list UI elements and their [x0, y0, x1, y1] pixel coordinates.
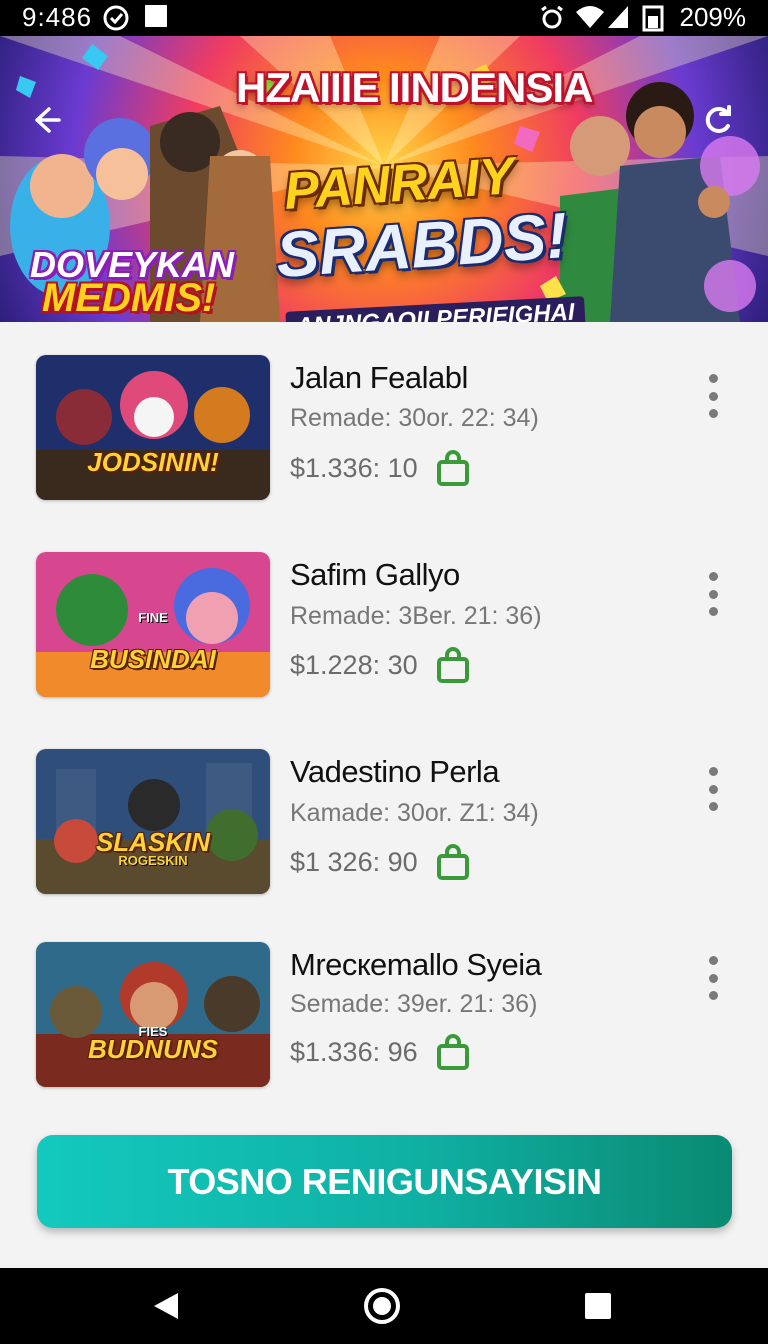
banner-left-badge-bottom: MEDMIS!: [42, 276, 216, 320]
more-options-icon[interactable]: [700, 956, 726, 1000]
triangle-back-icon: [154, 1293, 178, 1319]
alarm-icon: [538, 4, 566, 32]
nav-recents-button[interactable]: [578, 1286, 618, 1326]
item-price: $1 326: 90: [290, 847, 418, 877]
more-options-icon[interactable]: [700, 572, 726, 616]
thumbnail-title: BUSINDAI: [90, 644, 216, 674]
nav-back-button[interactable]: [146, 1286, 186, 1326]
item-title: Jalan Fealabl: [290, 360, 468, 395]
item-title: Mrecкemallo Syeia: [290, 947, 542, 982]
item-price: $1.336: 96: [290, 1037, 418, 1067]
nav-home-button[interactable]: [362, 1286, 402, 1326]
thumbnail-title: JODSININ!: [87, 447, 219, 477]
item-title: Vadestino Perla: [290, 754, 500, 789]
item-subtitle: Remade: 30or. 22: 34): [290, 404, 539, 432]
more-options-icon[interactable]: [700, 767, 726, 811]
thumbnail-title: BUDNUNS: [88, 1034, 218, 1064]
shopping-bag-icon[interactable]: [436, 1034, 470, 1070]
refresh-icon: [705, 105, 731, 133]
more-options-icon[interactable]: [700, 374, 726, 418]
shopping-bag-icon[interactable]: [436, 844, 470, 880]
item-thumbnail[interactable]: FIES BUDNUNS: [36, 942, 270, 1087]
circle-home-icon: [364, 1288, 400, 1324]
refresh-button[interactable]: [698, 100, 738, 140]
list-item[interactable]: FIES BUDNUNS Mrecкemallo Syeia Semade: 3…: [0, 910, 768, 1087]
item-thumbnail[interactable]: JODSININ!: [36, 355, 270, 500]
back-button[interactable]: [26, 100, 66, 140]
primary-action-button[interactable]: TOSNO RENIGUNSAYISIN: [37, 1135, 732, 1228]
status-bar: 9:486 209%: [0, 0, 768, 36]
hero-banner: HZAIIIE IINDENSIA PANRAIY SRABDS! ANJNGA…: [0, 36, 768, 322]
image-notification-icon: [144, 4, 168, 28]
system-nav-bar: [0, 1268, 768, 1344]
item-price: $1.228: 30: [290, 650, 418, 680]
battery-icon: [640, 4, 666, 32]
thumbnail-subtitle: FINE: [138, 610, 168, 625]
item-thumbnail[interactable]: FINE BUSINDAI: [36, 552, 270, 697]
signal-icon: [606, 4, 630, 30]
thumbnail-artwork: [36, 355, 270, 500]
shopping-bag-icon[interactable]: [436, 647, 470, 683]
list-item[interactable]: FINE BUSINDAI Safim Gallyo Remade: 3Ber.…: [0, 518, 768, 697]
battery-percent: 209%: [679, 2, 747, 32]
list-item[interactable]: SLASKIN ROGESKIN Vadestino Perla Kamade:…: [0, 714, 768, 894]
sync-icon: [102, 4, 130, 32]
item-title: Safim Gallyo: [290, 557, 460, 592]
thumbnail-subtitle: ROGESKIN: [118, 853, 188, 868]
thumbnail-artwork: [36, 942, 270, 1087]
square-recents-icon: [585, 1293, 611, 1319]
banner-title: HZAIIIE IINDENSIA: [236, 64, 593, 111]
item-subtitle: Remade: 3Ber. 21: 36): [290, 602, 542, 630]
status-time: 9:486: [22, 2, 93, 32]
item-price: $1.336: 10: [290, 453, 418, 483]
wifi-icon: [574, 4, 606, 30]
item-subtitle: Kamade: 30or. Z1: 34): [290, 799, 539, 827]
thumbnail-artwork: [36, 749, 270, 894]
arrow-left-icon: [35, 107, 61, 133]
shopping-bag-icon[interactable]: [436, 450, 470, 486]
item-subtitle: Semade: 39er. 21: 36): [290, 990, 538, 1018]
list-item[interactable]: JODSININ! Jalan Fealabl Remade: 30or. 22…: [0, 322, 768, 500]
item-thumbnail[interactable]: SLASKIN ROGESKIN: [36, 749, 270, 894]
